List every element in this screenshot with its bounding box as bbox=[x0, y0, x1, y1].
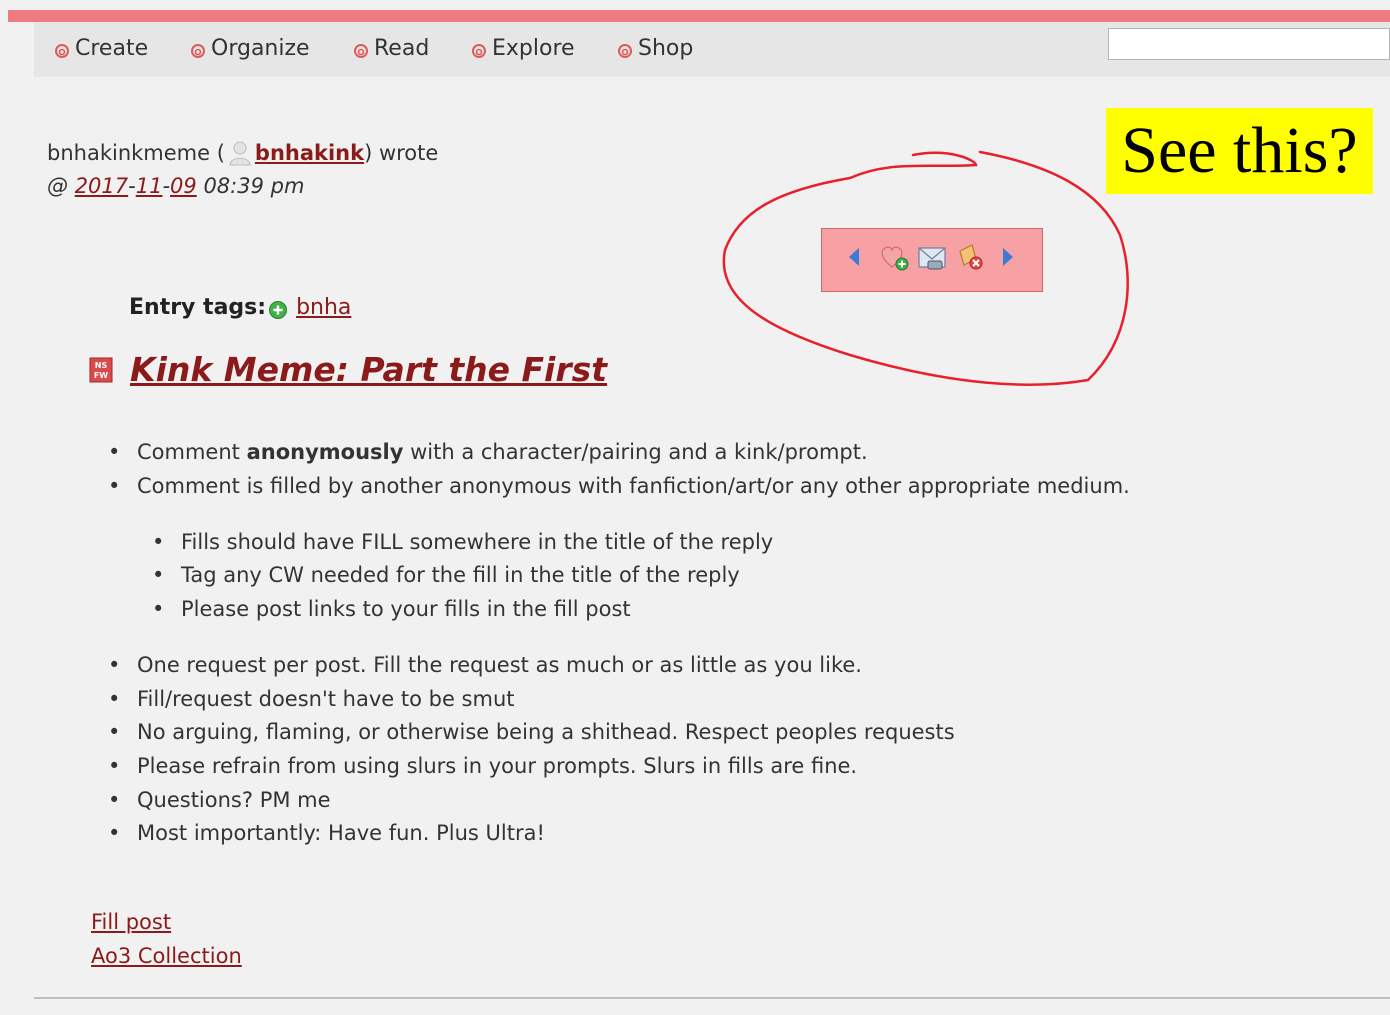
swirl-icon bbox=[472, 43, 486, 58]
nav-create[interactable]: Create bbox=[54, 36, 148, 61]
search-input[interactable] bbox=[1108, 28, 1390, 60]
nav-shop-label: Shop bbox=[638, 36, 694, 61]
swirl-icon bbox=[191, 43, 205, 58]
post-title: NS FW Kink Meme: Part the First bbox=[89, 350, 607, 389]
post-byline: bnhakinkmeme ( bnhakink ) wrote bbox=[47, 140, 438, 166]
entry-navigation-toolbar bbox=[821, 228, 1043, 292]
username-link[interactable]: bnhakink bbox=[255, 141, 364, 165]
top-accent-strip bbox=[8, 10, 1390, 22]
share-entry-icon[interactable] bbox=[916, 243, 948, 273]
nav-read[interactable]: Read bbox=[353, 36, 429, 61]
list-item: • Comment anonymously with a character/p… bbox=[108, 440, 868, 464]
list-item: • Fill/request doesn't have to be smut bbox=[108, 687, 515, 711]
user-icon bbox=[229, 141, 251, 166]
tag-link-bnha[interactable]: bnha bbox=[296, 295, 351, 320]
nsfw-icon: NS FW bbox=[89, 357, 113, 382]
post-date: @ 2017-11-09 08:39 pm bbox=[47, 174, 305, 198]
date-month-link[interactable]: 11 bbox=[136, 174, 163, 198]
nav-explore-label: Explore bbox=[492, 36, 575, 61]
list-item: • Most importantly: Have fun. Plus Ultra… bbox=[108, 821, 545, 845]
svg-text:NS: NS bbox=[95, 361, 108, 370]
nav-explore[interactable]: Explore bbox=[471, 36, 575, 61]
divider bbox=[34, 997, 1390, 999]
add-memory-icon[interactable] bbox=[878, 241, 912, 273]
site-nav-bar: Create Organize Read Explore Shop bbox=[34, 22, 1390, 77]
nav-shop[interactable]: Shop bbox=[617, 36, 693, 61]
date-year-link[interactable]: 2017 bbox=[75, 174, 128, 198]
entry-tags: Entry tags: bnha bbox=[129, 295, 351, 320]
list-item: • No arguing, flaming, or otherwise bein… bbox=[108, 720, 955, 744]
nav-organize-label: Organize bbox=[211, 36, 310, 61]
track-entry-icon[interactable] bbox=[954, 241, 988, 273]
swirl-icon bbox=[354, 43, 368, 58]
sub-list-item: • Please post links to your fills in the… bbox=[152, 597, 631, 621]
nav-read-label: Read bbox=[374, 36, 430, 61]
date-day-link[interactable]: 09 bbox=[170, 174, 197, 198]
ao3-collection-link[interactable]: Ao3 Collection bbox=[91, 944, 242, 978]
previous-entry-icon[interactable] bbox=[846, 245, 862, 269]
add-tag-icon[interactable] bbox=[268, 300, 288, 320]
list-item: • Comment is filled by another anonymous… bbox=[108, 474, 1130, 498]
entry-tags-label: Entry tags: bbox=[129, 295, 267, 320]
next-entry-icon[interactable] bbox=[1000, 245, 1016, 269]
swirl-icon bbox=[618, 43, 632, 58]
post-title-link[interactable]: Kink Meme: Part the First bbox=[130, 350, 607, 389]
list-item: • One request per post. Fill the request… bbox=[108, 653, 862, 677]
community-name: bnhakinkmeme ( bbox=[47, 141, 225, 165]
svg-text:FW: FW bbox=[94, 371, 108, 380]
sub-list-item: • Tag any CW needed for the fill in the … bbox=[152, 563, 740, 587]
list-item: • Questions? PM me bbox=[108, 788, 331, 812]
nav-create-label: Create bbox=[75, 36, 149, 61]
date-at: @ bbox=[47, 174, 75, 198]
list-item: • Please refrain from using slurs in you… bbox=[108, 754, 858, 778]
date-time: 08:39 pm bbox=[196, 174, 305, 198]
post-links: Fill post Ao3 Collection bbox=[91, 910, 242, 978]
nav-organize[interactable]: Organize bbox=[190, 36, 310, 61]
byline-suffix: ) wrote bbox=[364, 141, 439, 165]
swirl-icon bbox=[55, 43, 69, 58]
callout-label: See this? bbox=[1106, 108, 1373, 194]
sub-list-item: • Fills should have FILL somewhere in th… bbox=[152, 530, 774, 554]
fill-post-link[interactable]: Fill post bbox=[91, 910, 242, 944]
